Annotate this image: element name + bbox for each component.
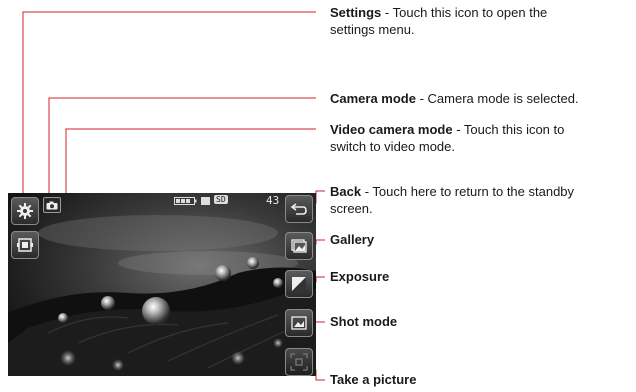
camera-mode-annotation: Camera mode - Camera mode is selected. (330, 90, 636, 107)
settings-desc-line2: settings menu. (330, 22, 415, 37)
back-desc-line2: screen. (330, 201, 373, 216)
camera-mode-desc: Camera mode is selected. (427, 91, 579, 106)
battery-icon (174, 196, 198, 209)
settings-title: Settings (330, 5, 382, 20)
shot-mode-icon (291, 316, 307, 330)
settings-desc: Touch this icon to open the (392, 5, 548, 20)
separator: - (381, 5, 393, 20)
callout-settings (22, 11, 316, 206)
video-mode-title: Video camera mode (330, 122, 453, 137)
back-annotation: Back - Touch here to return to the stand… (330, 183, 636, 217)
exposure-label: Exposure (330, 269, 390, 284)
gear-icon (17, 203, 33, 219)
video-camera-icon (17, 238, 33, 252)
camera-viewfinder: SD 43 (8, 193, 316, 376)
separator: - (361, 184, 373, 199)
gallery-button[interactable] (285, 232, 313, 260)
shot-count: 43 (266, 194, 280, 207)
camera-mode-indicator[interactable] (43, 197, 61, 213)
viewfinder-photo (8, 215, 316, 376)
video-mode-annotation: Video camera mode - Touch this icon to s… (330, 121, 630, 155)
separator: - (452, 122, 464, 137)
exposure-button[interactable] (285, 270, 313, 298)
gallery-icon (291, 239, 307, 253)
video-mode-desc: Touch this icon to (463, 122, 565, 137)
shot-mode-label: Shot mode (330, 314, 398, 329)
exposure-icon (292, 277, 306, 291)
take-picture-label: Take a picture (330, 372, 417, 387)
settings-button[interactable] (11, 197, 39, 225)
back-title: Back (330, 184, 362, 199)
separator: - (415, 91, 428, 106)
camera-diagram: SD 43 Settings - Touch this icon to open… (0, 0, 636, 392)
back-button[interactable] (285, 195, 313, 223)
shot-mode-button[interactable] (285, 309, 313, 337)
gallery-label: Gallery (330, 232, 375, 247)
take-picture-button[interactable] (285, 348, 313, 376)
storage-icon (200, 196, 212, 209)
settings-annotation: Settings - Touch this icon to open the s… (330, 4, 630, 38)
camera-mode-title: Camera mode (330, 91, 416, 106)
back-arrow-icon (290, 203, 307, 215)
camera-icon (46, 201, 58, 209)
back-desc: Touch here to return to the standby (372, 184, 575, 199)
video-mode-button[interactable] (11, 231, 39, 259)
video-mode-desc-line2: switch to video mode. (330, 139, 456, 154)
storage-badge: SD (214, 195, 228, 204)
shutter-icon (290, 353, 308, 371)
callout-camera-mode (48, 97, 316, 193)
